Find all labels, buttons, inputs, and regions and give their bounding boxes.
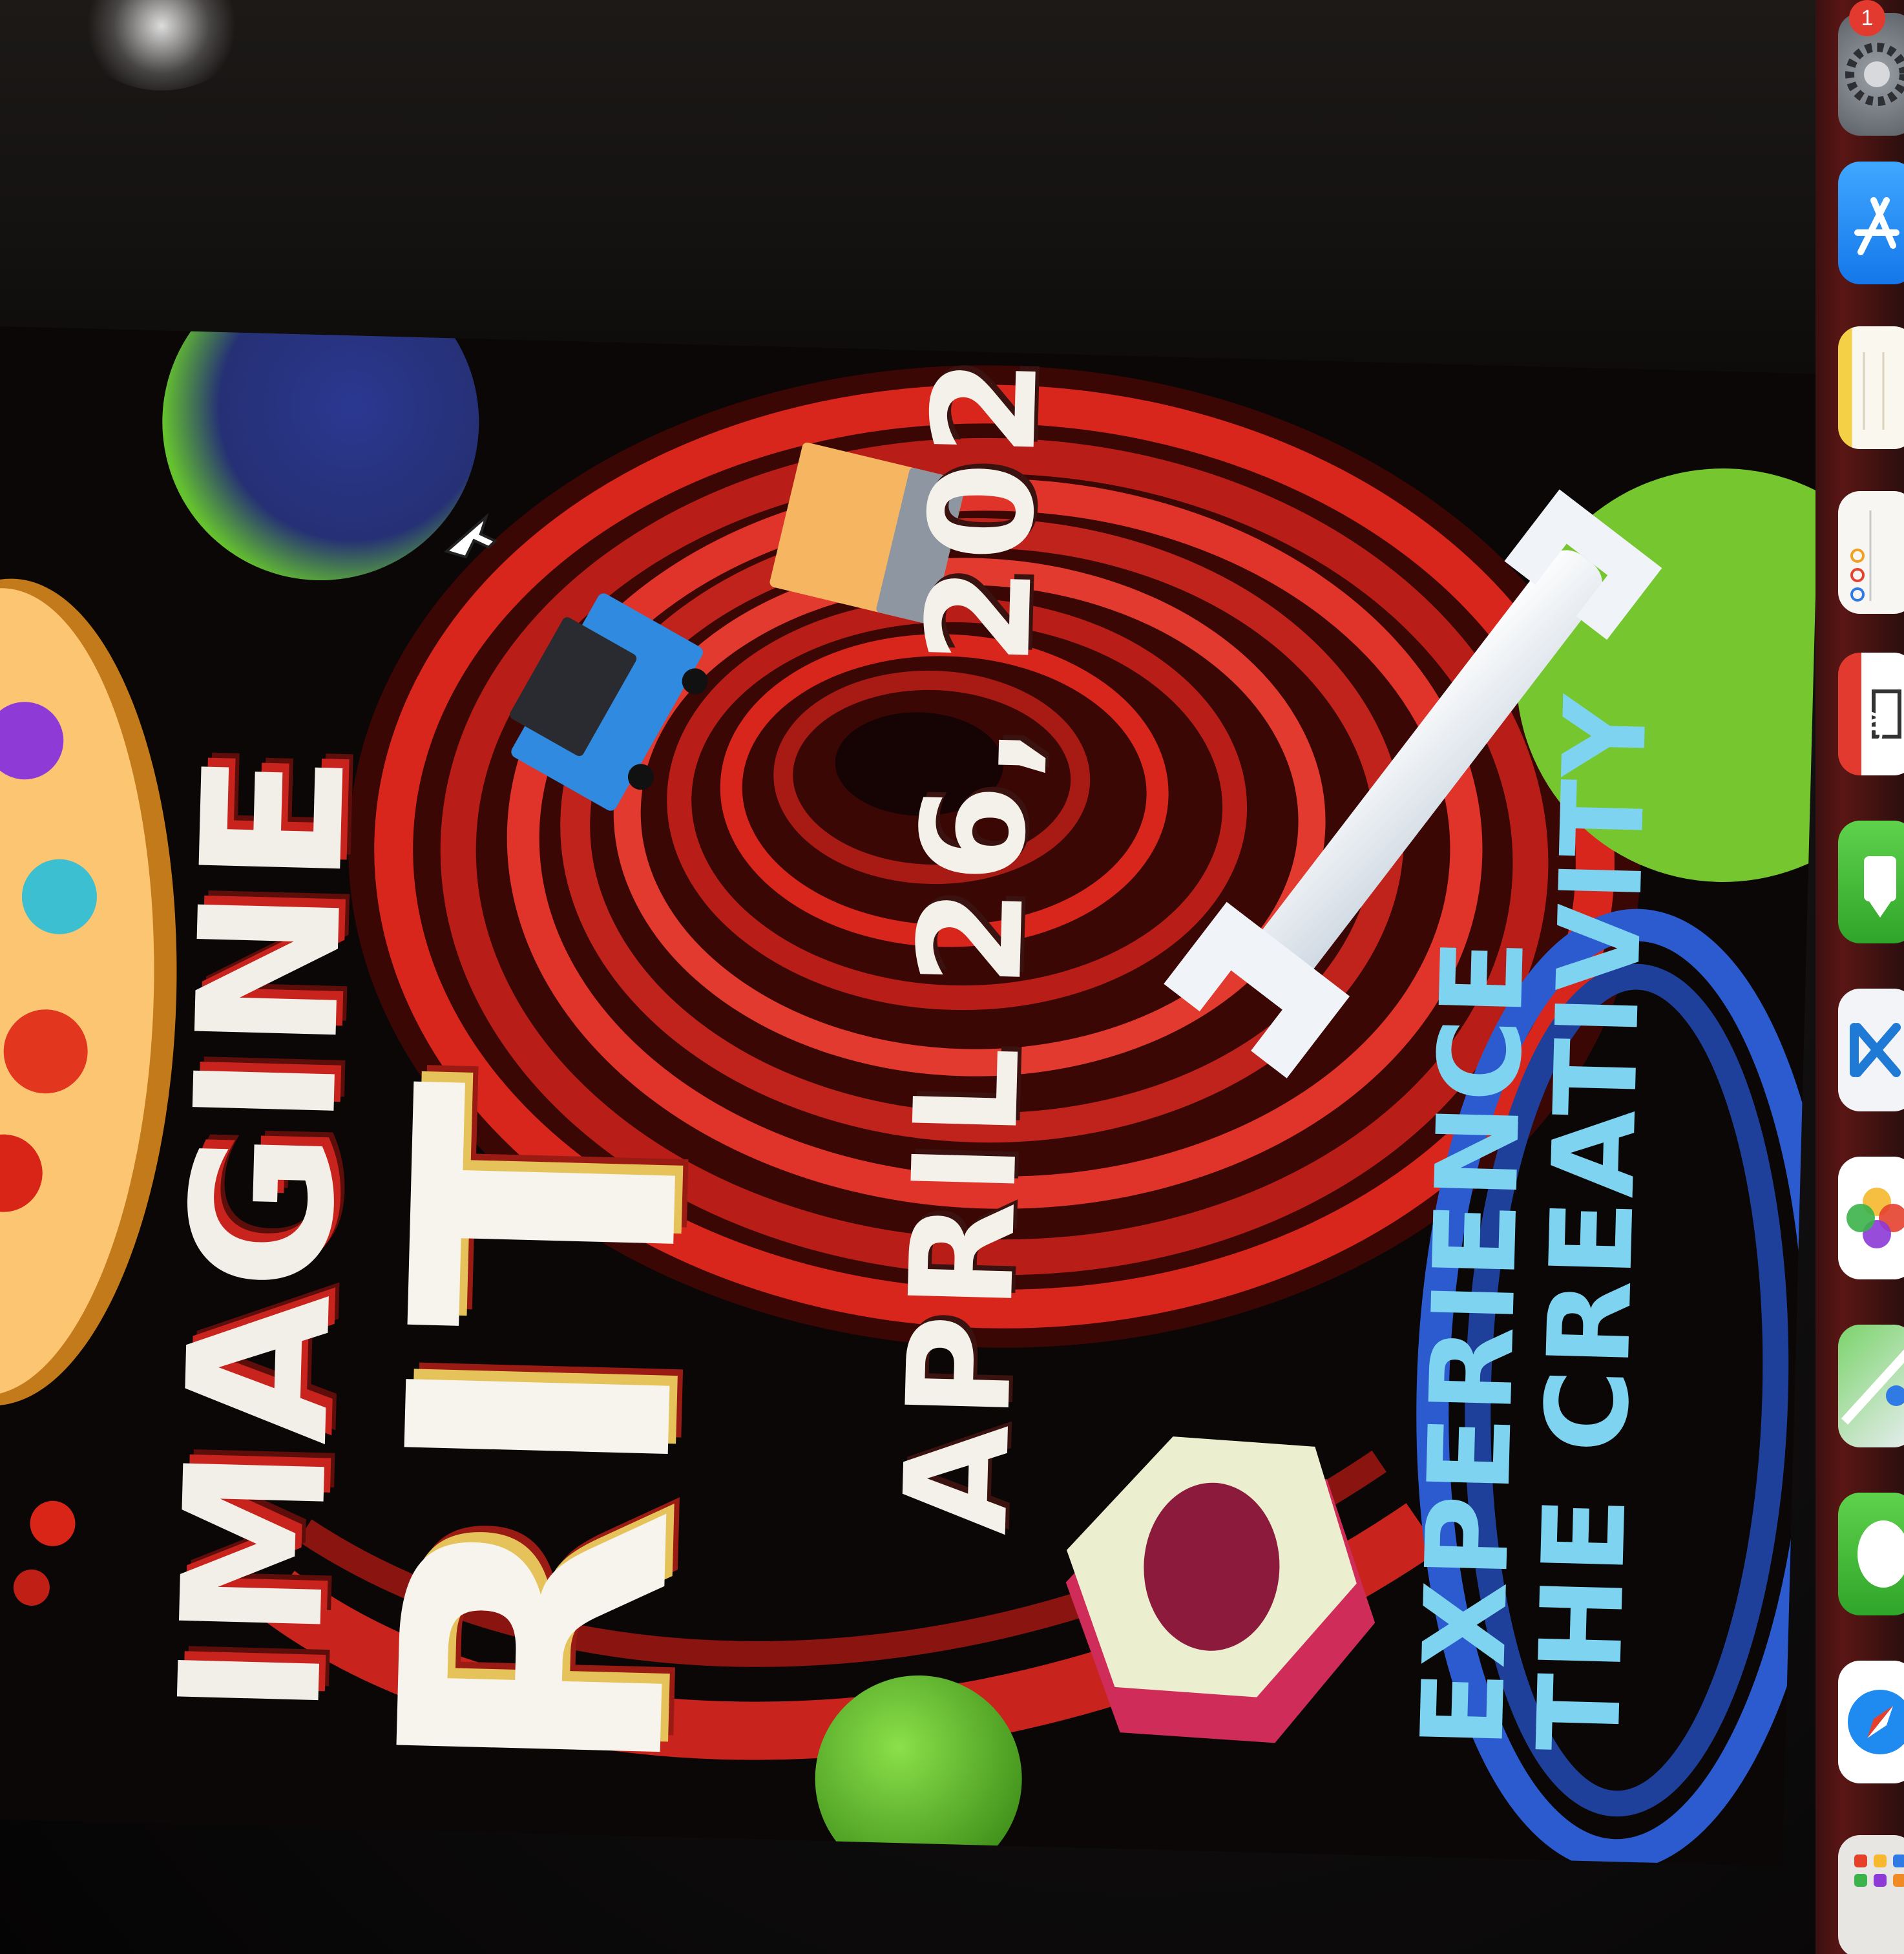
reminders-icon bbox=[1850, 510, 1872, 602]
planet bbox=[162, 326, 479, 581]
video-camera-icon bbox=[1864, 856, 1896, 918]
photos-icon bbox=[1846, 1188, 1904, 1248]
dock-app-notes[interactable] bbox=[1838, 326, 1904, 449]
imagine-rit-poster: IMAGINE RIT APRIL 26, 2025 EXPERIENCE TH… bbox=[0, 326, 1822, 1867]
maps-icon bbox=[1841, 1349, 1904, 1425]
vscode-icon bbox=[1850, 1023, 1901, 1077]
messages-icon bbox=[1857, 1520, 1904, 1588]
dock-app-photos[interactable] bbox=[1838, 1157, 1904, 1279]
tagline-line-2: THE CREATIVITY bbox=[1514, 691, 1673, 1753]
desktop-screen: IMAGINE RIT APRIL 26, 2025 EXPERIENCE TH… bbox=[0, 326, 1822, 1867]
dock-app-messages[interactable] bbox=[1838, 1493, 1904, 1615]
red-dot bbox=[13, 1569, 50, 1606]
event-date: APRIL 26, 2025 bbox=[873, 326, 1072, 1537]
dock-app-app-store[interactable] bbox=[1838, 162, 1904, 284]
compass-icon bbox=[1848, 1690, 1904, 1754]
dock-app-launchpad[interactable] bbox=[1838, 1835, 1904, 1954]
notification-badge: 1 bbox=[1849, 0, 1885, 36]
dock-app-reminders[interactable] bbox=[1838, 491, 1904, 614]
dock-app-visual-studio-code[interactable] bbox=[1838, 989, 1904, 1111]
poster-title-rit: RIT bbox=[324, 1058, 764, 1787]
red-dot bbox=[30, 1500, 76, 1546]
mouse-pointer-icon bbox=[444, 512, 498, 559]
dock-app-facetime[interactable] bbox=[1838, 821, 1904, 943]
calendar-month-label: NOV bbox=[1861, 709, 1888, 762]
photo-of-monitor: IMAGINE RIT APRIL 26, 2025 EXPERIENCE TH… bbox=[0, 0, 1904, 1954]
launchpad-icon bbox=[1854, 1854, 1904, 1887]
notes-icon bbox=[1863, 352, 1885, 430]
dock-app-safari[interactable] bbox=[1838, 1661, 1904, 1783]
dock-app-maps[interactable] bbox=[1838, 1325, 1904, 1447]
app-store-icon bbox=[1854, 197, 1899, 255]
monitor-bezel bbox=[0, 0, 1904, 388]
